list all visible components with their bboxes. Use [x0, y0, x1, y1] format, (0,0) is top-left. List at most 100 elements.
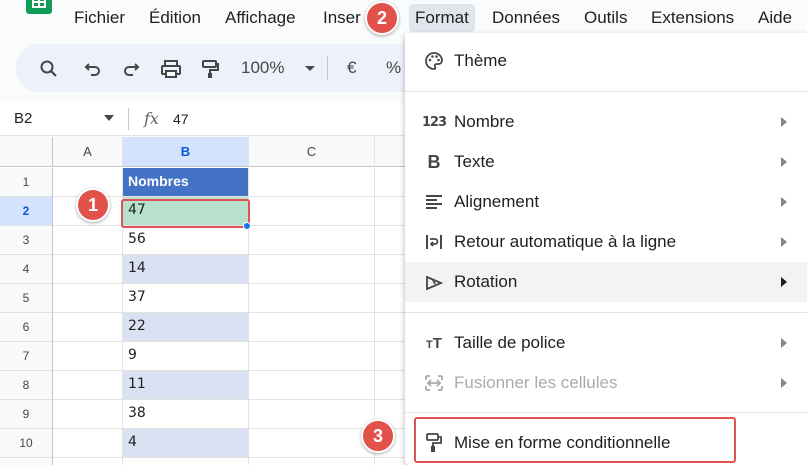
format-menu-item[interactable]: 123 Nombre [405, 102, 807, 142]
row-header[interactable]: 7 [0, 342, 53, 371]
row-header[interactable]: 3 [0, 226, 53, 255]
format-menu-item-label: Taille de police [454, 333, 566, 352]
submenu-arrow-icon [781, 378, 787, 388]
format-menu-item[interactable]: Thème [405, 41, 807, 81]
menu-aide[interactable]: Aide [758, 8, 792, 28]
row-header[interactable]: 8 [0, 371, 53, 400]
row-header[interactable]: 10 [0, 429, 53, 458]
cell-c2[interactable] [249, 197, 375, 226]
cell-b10[interactable]: 4 [123, 429, 249, 458]
cell-b6[interactable]: 22 [123, 313, 249, 342]
submenu-arrow-icon [781, 197, 787, 207]
cell-b3[interactable]: 56 [123, 226, 249, 255]
print-icon[interactable] [160, 58, 182, 80]
zoom-value[interactable]: 100% [241, 58, 284, 78]
menu-affichage[interactable]: Affichage [225, 8, 296, 28]
toolbar-divider [327, 56, 328, 80]
cell-c5[interactable] [249, 284, 375, 313]
column-header[interactable]: A [53, 137, 123, 167]
column-header[interactable]: B [123, 137, 249, 167]
format-menu-item-label: Fusionner les cellules [454, 373, 618, 392]
menu-insertion[interactable]: Inser [323, 8, 361, 28]
cell-a10[interactable] [53, 429, 123, 458]
format-menu-item[interactable]: Rotation [405, 262, 807, 302]
cell-c4[interactable] [249, 255, 375, 284]
row-header[interactable]: 2 [0, 197, 53, 226]
menu-bar: Fichier Édition Affichage Inser Format D… [0, 0, 807, 36]
format-menu-item-label: Thème [454, 51, 507, 70]
row-header[interactable]: 1 [0, 168, 53, 197]
formula-input[interactable]: 47 [173, 111, 189, 127]
format-menu-item[interactable]: Alignement [405, 182, 807, 222]
menu-fichier[interactable]: Fichier [74, 8, 125, 28]
cell-a7[interactable] [53, 342, 123, 371]
highlight-box-b2 [121, 199, 250, 228]
menu-edition[interactable]: Édition [149, 8, 201, 28]
row-header[interactable]: 9 [0, 400, 53, 429]
format-menu-item[interactable]: TT Taille de police [405, 323, 807, 363]
cell-b1[interactable]: Nombres [123, 168, 249, 197]
bold-icon: B [427, 151, 441, 172]
cell-a8[interactable] [53, 371, 123, 400]
palette-icon [423, 50, 445, 72]
rotation-icon [423, 271, 445, 293]
cell-c11[interactable] [249, 458, 375, 465]
name-box-dropdown-icon[interactable] [104, 115, 114, 121]
undo-icon[interactable] [82, 58, 104, 80]
font-size-icon: TT [426, 334, 442, 352]
menu-format[interactable]: Format [409, 4, 475, 32]
menu-separator [405, 91, 807, 92]
search-icon[interactable] [38, 58, 60, 80]
row-header[interactable]: 11 [0, 458, 53, 465]
callout-badge-1: 1 [76, 188, 110, 222]
menu-separator [405, 312, 807, 313]
cell-b4[interactable]: 14 [123, 255, 249, 284]
format-menu-item[interactable]: Mise en forme conditionnelle [405, 423, 807, 463]
formula-divider [128, 108, 129, 130]
cell-a5[interactable] [53, 284, 123, 313]
format-menu-item[interactable]: Retour automatique à la ligne [405, 222, 807, 262]
cell-c7[interactable] [249, 342, 375, 371]
menu-donnees[interactable]: Données [492, 8, 560, 28]
row-header[interactable]: 6 [0, 313, 53, 342]
row-header[interactable]: 4 [0, 255, 53, 284]
sheets-logo-icon[interactable] [26, 0, 52, 14]
submenu-arrow-icon [781, 237, 787, 247]
format-menu-item: Fusionner les cellules [405, 363, 807, 403]
cell-b8[interactable]: 11 [123, 371, 249, 400]
cell-b5[interactable]: 37 [123, 284, 249, 313]
cell-c8[interactable] [249, 371, 375, 400]
menu-extensions[interactable]: Extensions [651, 8, 734, 28]
select-all-corner[interactable] [0, 137, 53, 167]
percent-format-button[interactable]: % [386, 58, 401, 78]
cell-c10[interactable] [249, 429, 375, 458]
cell-a3[interactable] [53, 226, 123, 255]
cell-a4[interactable] [53, 255, 123, 284]
fill-handle[interactable] [243, 222, 251, 230]
name-box[interactable]: B2 [14, 110, 32, 127]
cell-a9[interactable] [53, 400, 123, 429]
cell-b7[interactable]: 9 [123, 342, 249, 371]
menu-outils[interactable]: Outils [584, 8, 627, 28]
cell-c6[interactable] [249, 313, 375, 342]
column-header[interactable]: C [249, 137, 375, 167]
currency-format-button[interactable]: € [347, 58, 356, 78]
format-menu-item-label: Mise en forme conditionnelle [454, 433, 671, 452]
submenu-arrow-icon [781, 277, 787, 287]
format-menu-item[interactable]: B Texte [405, 142, 807, 182]
wrap-icon [423, 231, 445, 253]
cell-b9[interactable]: 38 [123, 400, 249, 429]
align-icon [423, 191, 445, 213]
cell-c1[interactable] [249, 168, 375, 197]
row-header[interactable]: 5 [0, 284, 53, 313]
cell-c9[interactable] [249, 400, 375, 429]
format-menu-item-label: Alignement [454, 192, 540, 211]
zoom-dropdown-icon[interactable] [299, 58, 321, 80]
paint-format-icon[interactable] [199, 58, 221, 80]
submenu-arrow-icon [781, 157, 787, 167]
cell-c3[interactable] [249, 226, 375, 255]
cell-a6[interactable] [53, 313, 123, 342]
redo-icon[interactable] [120, 58, 142, 80]
cell-b11[interactable] [123, 458, 249, 465]
cell-a11[interactable] [53, 458, 123, 465]
